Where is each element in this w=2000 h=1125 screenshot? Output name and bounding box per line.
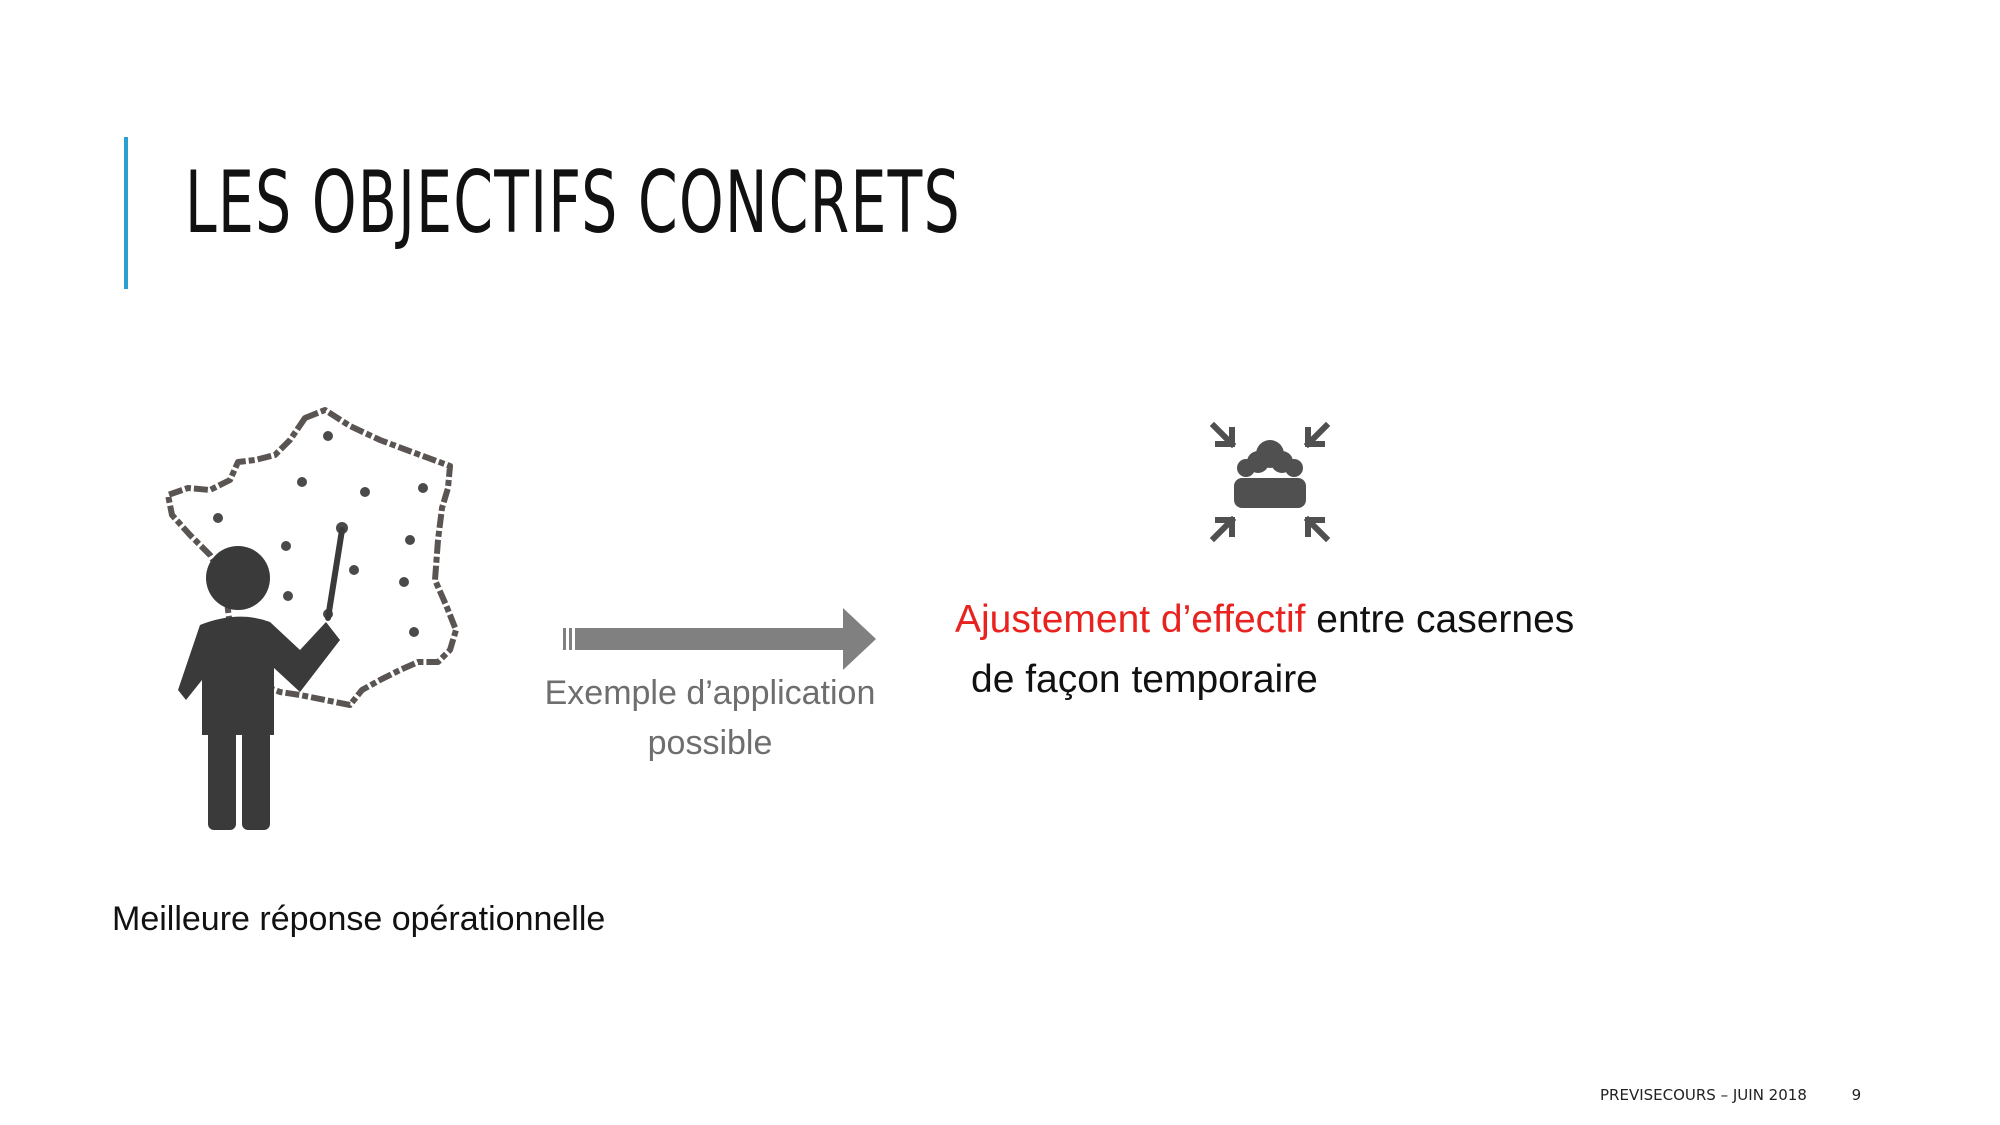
highlight-text: Ajustement d’effectif <box>955 598 1306 641</box>
slide-number: 9 <box>1851 1086 1862 1104</box>
footer-label: PREVISECOURS – JUIN 2018 <box>1600 1086 1807 1104</box>
left-caption: Meilleure réponse opérationnelle <box>112 900 606 938</box>
slide: LES OBJECTIFS CONCRETS Exemple d’applica… <box>0 0 2000 1125</box>
main-statement: Ajustement d’effectif entre casernes de … <box>955 590 1574 710</box>
arrow-caption-line2: possible <box>647 724 773 762</box>
statement-rest: entre casernes <box>1305 598 1575 641</box>
group-gather-icon <box>1200 412 1340 557</box>
presenter-map-icon <box>150 400 470 845</box>
arrow-caption-line1: Exemple d’application <box>544 674 876 712</box>
slide-title: LES OBJECTIFS CONCRETS <box>185 153 961 253</box>
arrow-caption: Exemple d’application possible <box>500 668 920 768</box>
title-accent-bar <box>124 137 128 289</box>
footer: PREVISECOURS – JUIN 2018 9 <box>1600 1086 1861 1104</box>
statement-line2: de façon temporaire <box>971 658 1318 701</box>
